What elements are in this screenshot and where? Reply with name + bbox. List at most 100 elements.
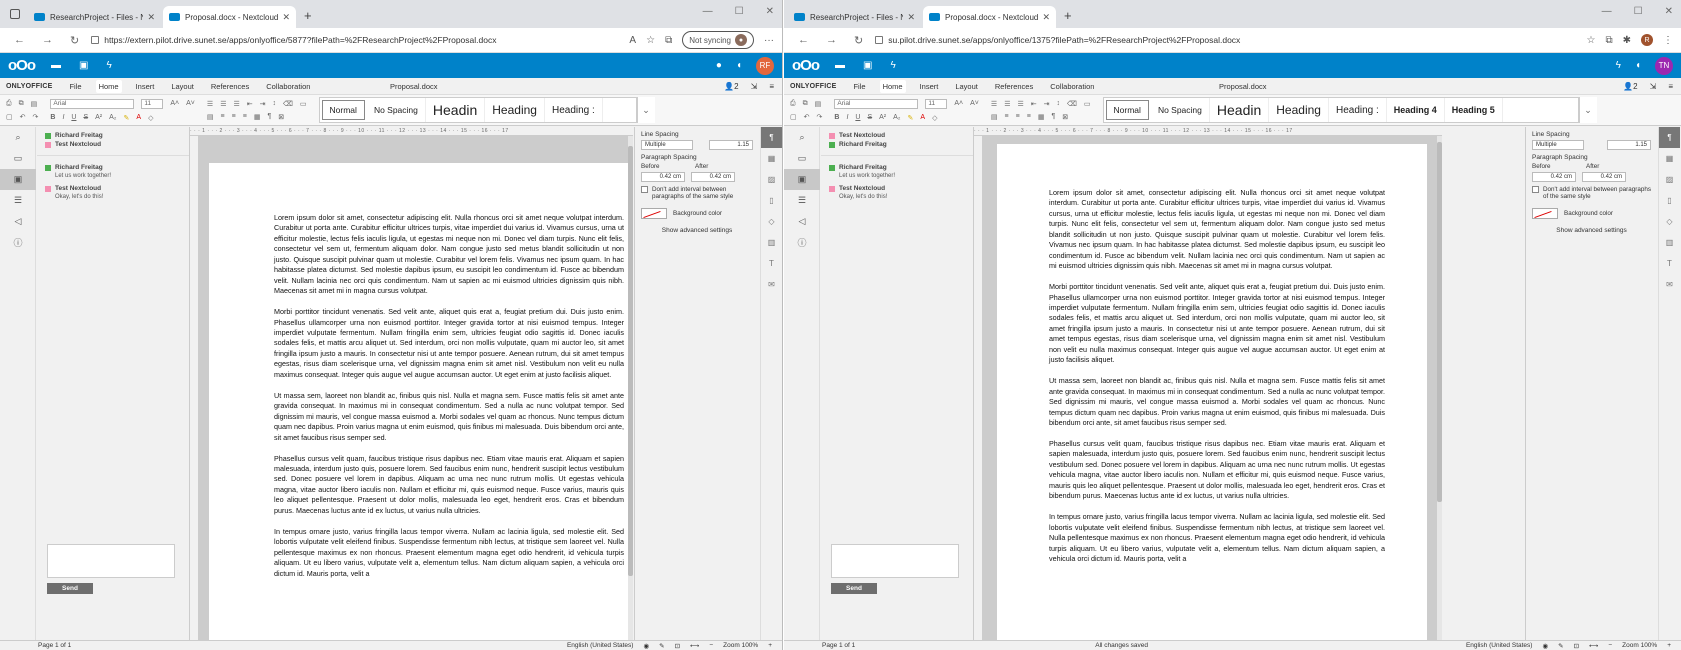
minimize-icon[interactable]: — — [703, 6, 713, 17]
increase-indent-icon[interactable]: ⇥ — [1044, 100, 1050, 108]
styles-expand-icon[interactable]: ⌄ — [636, 97, 655, 123]
redo-icon[interactable]: ↷ — [817, 113, 823, 121]
collections-icon[interactable]: ⧉ — [665, 35, 672, 46]
vertical-scrollbar[interactable] — [628, 136, 633, 640]
reload-icon[interactable]: ↻ — [854, 34, 863, 47]
send-button[interactable]: Send — [831, 583, 877, 594]
url-field[interactable]: https://extern.pilot.drive.sunet.se/apps… — [91, 35, 629, 45]
style-normal[interactable]: Normal — [321, 100, 365, 120]
print-icon[interactable]: ⎙ — [6, 100, 12, 108]
scrollbar-thumb[interactable] — [628, 146, 633, 576]
navigation-icon[interactable]: ☰ — [0, 190, 36, 211]
spacing-after-input[interactable]: 0.42 cm — [691, 172, 735, 182]
puzzle-icon[interactable]: ✱ — [1623, 35, 1631, 46]
bookmark-icon[interactable]: ☆ — [1587, 35, 1596, 46]
increase-font-icon[interactable]: A˄ — [954, 100, 963, 107]
font-name-select[interactable]: Arial — [834, 98, 919, 109]
style-no-spacing[interactable]: No Spacing — [1151, 98, 1210, 122]
open-location-icon[interactable]: ⇲ — [751, 82, 758, 91]
new-tab-icon[interactable]: + — [1064, 8, 1072, 23]
vertical-ruler[interactable] — [190, 136, 199, 640]
document-page[interactable]: Lorem ipsum dolor sit amet, consectetur … — [997, 144, 1427, 640]
feedback-icon[interactable]: ◁ — [0, 211, 36, 232]
users-icon[interactable]: 👤2 — [724, 82, 738, 91]
decrease-indent-icon[interactable]: ⇤ — [1031, 100, 1037, 108]
line-spacing-icon[interactable]: ↕ — [1057, 100, 1061, 107]
close-window-icon[interactable]: ✕ — [766, 6, 774, 17]
increase-font-icon[interactable]: A˄ — [170, 100, 179, 107]
align-center-icon[interactable]: ≡ — [221, 113, 225, 120]
nonprinting-icon[interactable]: ¶ — [267, 113, 271, 120]
insert-icon[interactable]: ⊠ — [1062, 113, 1068, 121]
navigation-icon[interactable]: ☰ — [784, 190, 820, 211]
style-heading-3[interactable]: Heading : — [545, 98, 603, 122]
search-icon[interactable]: ● — [716, 60, 722, 71]
decrease-indent-icon[interactable]: ⇤ — [247, 100, 253, 108]
table-settings-icon[interactable]: ▦ — [761, 148, 782, 169]
chat-input[interactable] — [831, 544, 959, 578]
advanced-settings-link[interactable]: Show advanced settings — [1532, 227, 1651, 234]
paragraph[interactable]: Lorem ipsum dolor sit amet, consectetur … — [274, 213, 624, 297]
font-size-select[interactable]: 11 — [141, 98, 164, 109]
chat-input[interactable] — [47, 544, 175, 578]
shape-settings-icon[interactable]: ◇ — [1659, 211, 1680, 232]
background-color-picker[interactable] — [1532, 208, 1558, 219]
align-right-icon[interactable]: ≡ — [1016, 113, 1020, 120]
increase-indent-icon[interactable]: ⇥ — [260, 100, 266, 108]
align-center-icon[interactable]: ≡ — [1005, 113, 1009, 120]
font-color-icon[interactable]: A — [920, 114, 925, 121]
image-settings-icon[interactable]: ▨ — [1659, 169, 1680, 190]
files-app-icon[interactable]: ▬ — [835, 60, 845, 71]
style-no-spacing[interactable]: No Spacing — [367, 98, 426, 122]
decrease-font-icon[interactable]: A˅ — [186, 100, 195, 107]
line-spacing-value-input[interactable]: 1.15 — [1607, 140, 1651, 150]
no-interval-checkbox[interactable] — [1532, 186, 1539, 193]
clear-style-icon[interactable]: ⌫ — [283, 100, 293, 108]
maximize-icon[interactable]: ☐ — [735, 6, 744, 17]
menu-layout[interactable]: Layout — [168, 80, 197, 93]
spacing-before-input[interactable]: 0.42 cm — [1532, 172, 1576, 182]
tab-proposal[interactable]: Proposal.docx - Nextcloud ✕ — [923, 6, 1056, 28]
menu-icon[interactable]: ≡ — [769, 82, 774, 91]
nextcloud-logo[interactable]: oOo — [8, 57, 36, 74]
menu-icon[interactable]: ≡ — [1668, 82, 1673, 91]
font-size-select[interactable]: 11 — [925, 98, 948, 109]
send-button[interactable]: Send — [47, 583, 93, 594]
back-icon[interactable]: ← — [798, 34, 809, 47]
menu-home[interactable]: Home — [95, 79, 122, 93]
tab-actions-icon[interactable] — [10, 9, 20, 19]
minimize-icon[interactable]: — — [1602, 6, 1612, 17]
open-location-icon[interactable]: ⇲ — [1650, 82, 1657, 91]
zoom-out-icon[interactable]: − — [1608, 642, 1612, 649]
underline-icon[interactable]: U — [71, 114, 76, 121]
insert-icon[interactable]: ⊠ — [278, 113, 284, 121]
paragraph[interactable]: Morbi porttitor tincidunt venenatis. Sed… — [274, 307, 624, 380]
more-icon[interactable]: ··· — [764, 35, 774, 46]
document-page[interactable]: Lorem ipsum dolor sit amet, consectetur … — [209, 163, 629, 640]
paragraph[interactable]: Morbi porttitor tincidunt venenatis. Sed… — [1049, 282, 1385, 366]
chart-settings-icon[interactable]: ▥ — [1659, 232, 1680, 253]
copy-icon[interactable]: ⧉ — [803, 100, 808, 108]
search-icon[interactable]: ⌕ — [784, 127, 820, 148]
close-tab-icon[interactable]: ✕ — [907, 12, 915, 23]
shading-icon[interactable]: ◇ — [932, 114, 937, 122]
sync-button[interactable]: Not syncing ● — [682, 31, 754, 49]
styles-expand-icon[interactable]: ⌄ — [1578, 97, 1597, 123]
paragraph-shading-icon[interactable]: ▦ — [254, 113, 261, 121]
menu-references[interactable]: References — [992, 80, 1036, 93]
vertical-scrollbar[interactable] — [1437, 136, 1442, 640]
paragraph[interactable]: In tempus ornare justo, varius fringilla… — [274, 527, 624, 579]
paragraph[interactable]: In tempus ornare justo, varius fringilla… — [1049, 512, 1385, 564]
feedback-icon[interactable]: ◁ — [784, 211, 820, 232]
paste-icon[interactable]: ▤ — [815, 100, 822, 108]
back-icon[interactable]: ← — [14, 34, 25, 47]
align-left-icon[interactable]: ▤ — [991, 113, 998, 121]
no-interval-checkbox[interactable] — [641, 186, 648, 193]
bold-icon[interactable]: B — [834, 114, 839, 121]
table-settings-icon[interactable]: ▦ — [1659, 148, 1680, 169]
photos-app-icon[interactable]: ▣ — [863, 60, 872, 71]
chart-settings-icon[interactable]: ▥ — [761, 232, 782, 253]
menu-collaboration[interactable]: Collaboration — [263, 80, 313, 93]
fit-page-icon[interactable]: ⊡ — [675, 642, 680, 650]
highlight-icon[interactable]: ✎ — [908, 114, 914, 122]
